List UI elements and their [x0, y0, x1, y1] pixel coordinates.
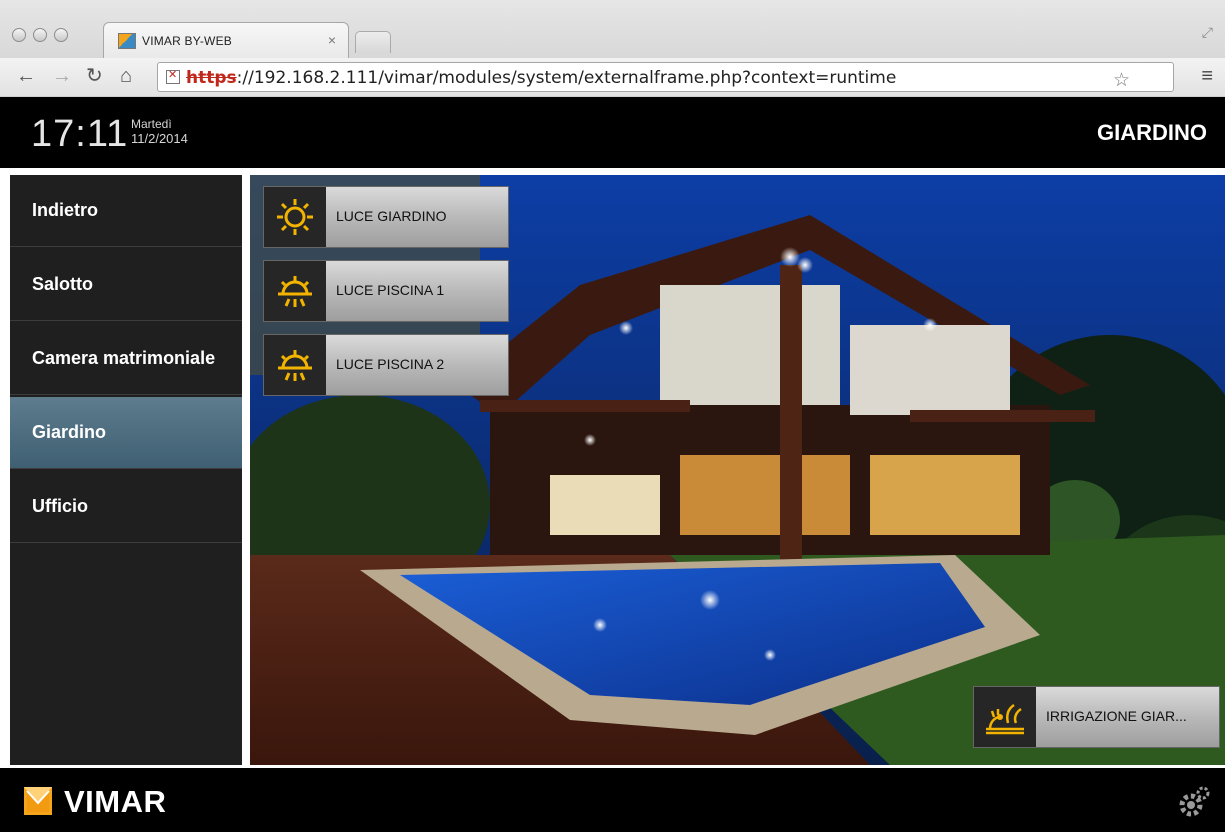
sidebar-item-label: Giardino — [32, 422, 107, 442]
sidebar-item-label: Camera matrimoniale — [32, 348, 216, 368]
control-label: LUCE PISCINA 1 — [336, 282, 445, 298]
light-on-icon — [264, 187, 326, 247]
vimar-favicon-icon — [118, 33, 136, 49]
new-tab-button[interactable] — [355, 31, 391, 53]
settings-gear-icon[interactable] — [1177, 785, 1211, 819]
sidebar-item-ufficio[interactable]: Ufficio — [10, 471, 242, 543]
clock: 17:11 — [31, 113, 129, 155]
tab-bar: VIMAR BY-WEB × ⤢ — [0, 0, 1225, 58]
browser-chrome: VIMAR BY-WEB × ⤢ ← → ↻ ⌂ https://192.168… — [0, 0, 1225, 98]
room-sidebar: Indietro Salotto Camera matrimoniale Gia… — [10, 175, 242, 765]
sidebar-item-salotto[interactable]: Salotto — [10, 249, 242, 321]
luce-giardino-button[interactable]: LUCE GIARDINO — [263, 186, 509, 248]
home-icon[interactable]: ⌂ — [120, 65, 132, 87]
reload-icon[interactable]: ↻ — [86, 65, 103, 87]
app-header: 17:11 Martedì 11/2/2014 GIARDINO — [0, 97, 1225, 168]
control-label: LUCE GIARDINO — [336, 208, 447, 224]
luce-piscina-1-button[interactable]: LUCE PISCINA 1 — [263, 260, 509, 322]
sidebar-item-label: Ufficio — [32, 496, 88, 516]
light-half-icon — [264, 335, 326, 395]
tab-title: VIMAR BY-WEB — [142, 34, 232, 48]
bookmark-star-icon[interactable]: ☆ — [1113, 69, 1130, 92]
minimize-window-button[interactable] — [33, 28, 47, 42]
control-label: LUCE PISCINA 2 — [336, 356, 445, 372]
url-text: https://192.168.2.111/vimar/modules/syst… — [186, 68, 897, 88]
irrigazione-giardino-button[interactable]: IRRIGAZIONE GIAR... — [973, 686, 1220, 748]
sidebar-item-camera-matrimoniale[interactable]: Camera matrimoniale — [10, 323, 242, 395]
vimar-logo-icon — [24, 787, 52, 815]
luce-piscina-2-button[interactable]: LUCE PISCINA 2 — [263, 334, 509, 396]
irrigation-icon — [974, 687, 1036, 747]
garden-scene-image: LUCE GIARDINO LUCE PISCINA 1 LUCE PISCIN… — [250, 175, 1225, 765]
address-bar[interactable]: https://192.168.2.111/vimar/modules/syst… — [157, 62, 1174, 92]
sidebar-item-label: Salotto — [32, 274, 93, 294]
vimar-brand-text: VIMAR — [64, 784, 167, 819]
control-label: IRRIGAZIONE GIAR... — [1046, 708, 1187, 724]
sidebar-item-indietro[interactable]: Indietro — [10, 175, 242, 247]
insecure-lock-icon — [166, 68, 180, 84]
tab-close-icon[interactable]: × — [328, 32, 336, 48]
browser-tab[interactable]: VIMAR BY-WEB × — [103, 22, 349, 58]
browser-menu-icon[interactable]: ≡ — [1201, 65, 1213, 88]
fullscreen-icon[interactable]: ⤢ — [1202, 24, 1213, 41]
sidebar-item-label: Indietro — [32, 200, 98, 220]
sidebar-item-giardino[interactable]: Giardino — [10, 397, 242, 469]
day-name: Martedì — [131, 117, 172, 131]
forward-arrow-icon[interactable]: → — [52, 65, 72, 87]
back-arrow-icon[interactable]: ← — [16, 65, 36, 87]
date: 11/2/2014 — [131, 131, 188, 146]
close-window-button[interactable] — [12, 28, 26, 42]
browser-toolbar: ← → ↻ ⌂ https://192.168.2.111/vimar/modu… — [0, 58, 1225, 96]
maximize-window-button[interactable] — [54, 28, 68, 42]
light-half-icon — [264, 261, 326, 321]
room-title: GIARDINO — [1097, 120, 1207, 145]
app-footer: VIMAR — [0, 768, 1225, 832]
